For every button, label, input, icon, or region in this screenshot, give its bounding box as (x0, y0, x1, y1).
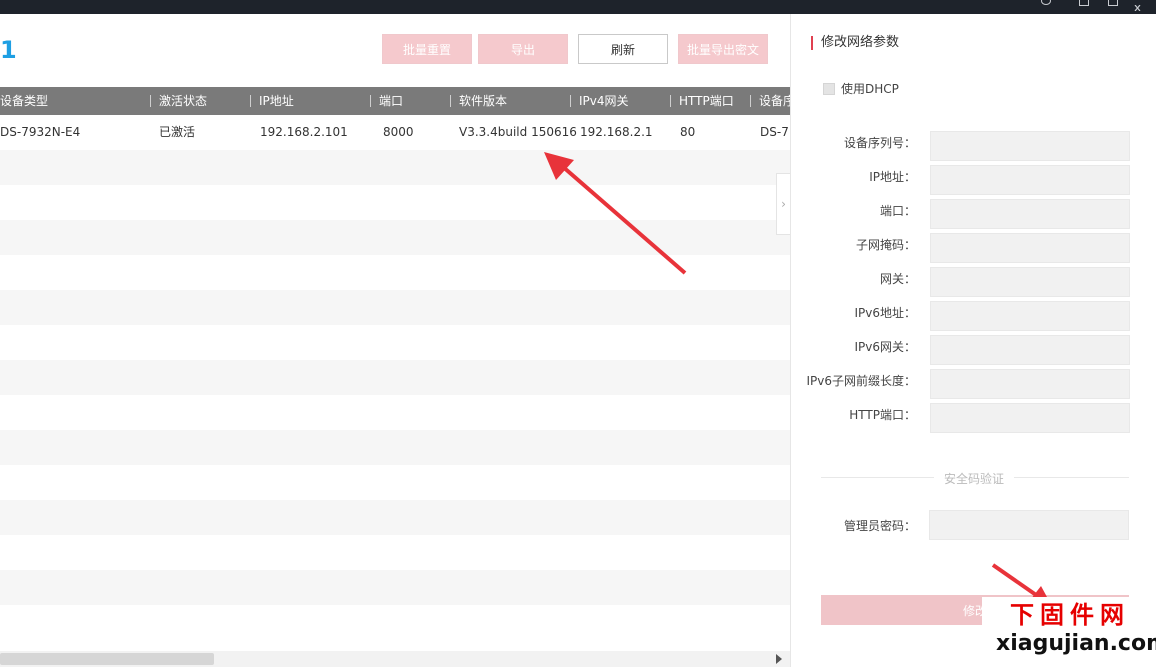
watermark-url-text: xiagujian.com (996, 631, 1156, 656)
chevron-right-icon: › (781, 197, 786, 211)
close-icon[interactable] (1134, 0, 1144, 12)
network-params-panel: 修改网络参数 使用DHCP 设备序列号： IP地址： 端口： 子网掩码： 网关：… (790, 14, 1156, 667)
annotation-arrow-icon (991, 563, 1053, 608)
watermark-logo: 下固件网 xiagujian.com (982, 597, 1156, 667)
collapse-panel-tab[interactable]: › (776, 173, 790, 235)
device-list-area: 1 批量重置 导出 刷新 批量导出密文 设备类型 激活状态 IP地址 端口 软件… (0, 14, 790, 667)
maximize-icon[interactable] (1108, 0, 1118, 6)
window-control-icon[interactable] (1041, 0, 1051, 5)
annotation-arrow-icon (544, 152, 687, 275)
minimize-icon[interactable] (1079, 0, 1089, 6)
window-titlebar (0, 0, 1156, 14)
watermark-cn-text: 下固件网 (1010, 601, 1130, 629)
